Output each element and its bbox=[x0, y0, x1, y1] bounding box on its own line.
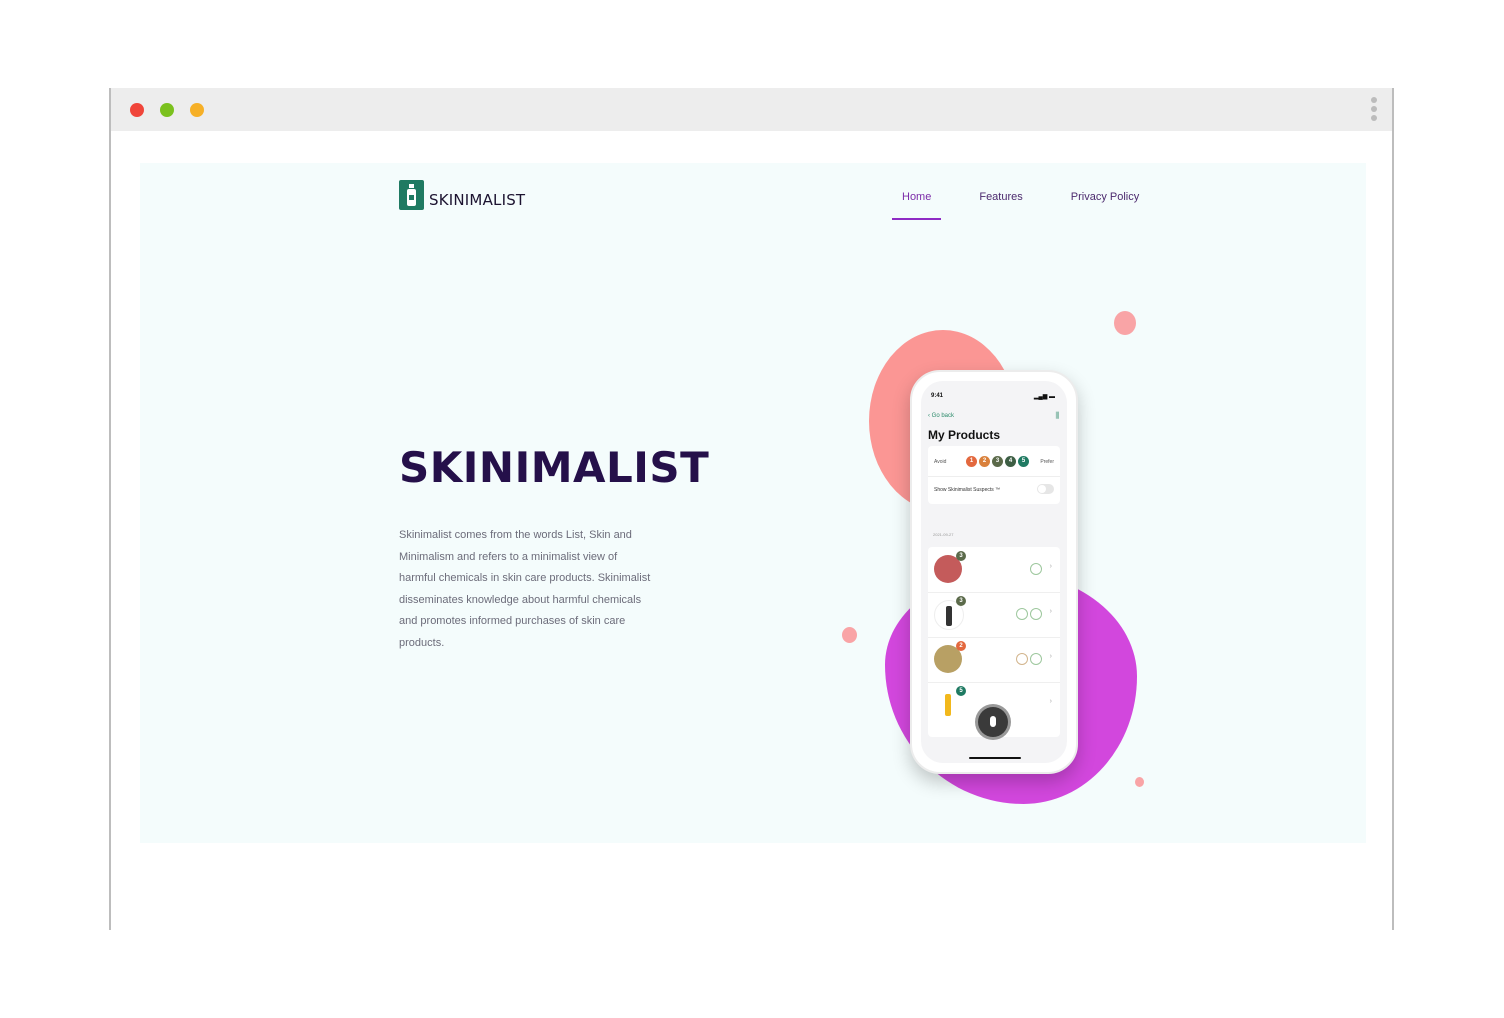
bottle-logo-icon bbox=[399, 180, 424, 210]
browser-window: SKINIMALIST Home Features Privacy Policy… bbox=[109, 88, 1394, 930]
suspects-toggle[interactable] bbox=[1037, 484, 1054, 494]
rating-3[interactable]: 3 bbox=[992, 456, 1003, 467]
product-row[interactable]: 3 › bbox=[928, 592, 1060, 638]
product-badge: 5 bbox=[956, 686, 966, 696]
home-indicator bbox=[969, 757, 1021, 759]
screen-title: My Products bbox=[928, 428, 1001, 442]
brand-logo[interactable]: SKINIMALIST bbox=[399, 180, 525, 210]
product-row[interactable]: 3 › bbox=[928, 547, 1060, 593]
product-badge: 3 bbox=[956, 551, 966, 561]
phone-time: 9:41 bbox=[931, 393, 944, 399]
hero-description: Skinimalist comes from the words List, S… bbox=[399, 529, 651, 649]
list-date: 2021-09-27 bbox=[933, 532, 954, 537]
chevron-right-icon: › bbox=[1049, 608, 1052, 615]
chevron-right-icon: › bbox=[1049, 698, 1052, 705]
product-row[interactable]: 2 › bbox=[928, 637, 1060, 683]
product-badge: 3 bbox=[956, 596, 966, 606]
rating-5[interactable]: 5 bbox=[1018, 456, 1029, 467]
kebab-menu-icon[interactable] bbox=[1370, 97, 1378, 124]
website-page: SKINIMALIST Home Features Privacy Policy… bbox=[140, 163, 1366, 843]
maximize-window-button[interactable] bbox=[160, 103, 174, 117]
product-badge: 2 bbox=[956, 641, 966, 651]
ingredient-icon bbox=[1016, 608, 1028, 620]
chevron-right-icon: › bbox=[1049, 563, 1052, 570]
pink-dot-large bbox=[1114, 311, 1136, 335]
brand-name: SKINIMALIST bbox=[429, 191, 526, 209]
toggle-label: Show Skinimalist Suspects ™ bbox=[934, 487, 1001, 493]
prefer-label: Prefer bbox=[1040, 459, 1054, 465]
ingredient-icon bbox=[1030, 653, 1042, 665]
pink-dot-medium bbox=[842, 627, 857, 643]
rating-filter-card: Avoid 1 2 3 4 5 Prefer Show Skinimalist … bbox=[928, 446, 1060, 504]
go-back-link[interactable]: ‹ Go back bbox=[928, 413, 954, 419]
hero-title: SKINIMALIST bbox=[399, 443, 710, 492]
scan-button[interactable] bbox=[978, 707, 1008, 737]
nav-home[interactable]: Home bbox=[892, 191, 942, 220]
rating-1[interactable]: 1 bbox=[966, 456, 977, 467]
minimize-window-button[interactable] bbox=[190, 103, 204, 117]
avoid-label: Avoid bbox=[934, 459, 947, 465]
rating-2[interactable]: 2 bbox=[979, 456, 990, 467]
ingredient-icon bbox=[1016, 653, 1028, 665]
ingredient-icon bbox=[1030, 608, 1042, 620]
filter-icon[interactable]: ⫼ bbox=[1055, 411, 1059, 421]
phone-screen: 9:41 ▂▄▆ ▬ ‹ Go back ⫼ My Products Avoid… bbox=[921, 381, 1067, 763]
close-window-button[interactable] bbox=[130, 103, 144, 117]
nav-privacy-policy[interactable]: Privacy Policy bbox=[1061, 191, 1149, 203]
phone-mockup: 9:41 ▂▄▆ ▬ ‹ Go back ⫼ My Products Avoid… bbox=[910, 370, 1078, 774]
go-back-label: Go back bbox=[931, 413, 955, 419]
card-divider bbox=[928, 476, 1060, 477]
rating-4[interactable]: 4 bbox=[1005, 456, 1016, 467]
signal-battery-icon: ▂▄▆ ▬ bbox=[1033, 394, 1055, 400]
window-titlebar bbox=[111, 88, 1392, 131]
ingredient-icon bbox=[1030, 563, 1042, 575]
main-nav: Home Features Privacy Policy bbox=[892, 191, 1177, 220]
pink-dot-small bbox=[1135, 777, 1144, 787]
chevron-right-icon: › bbox=[1049, 653, 1052, 660]
nav-features[interactable]: Features bbox=[969, 191, 1032, 203]
